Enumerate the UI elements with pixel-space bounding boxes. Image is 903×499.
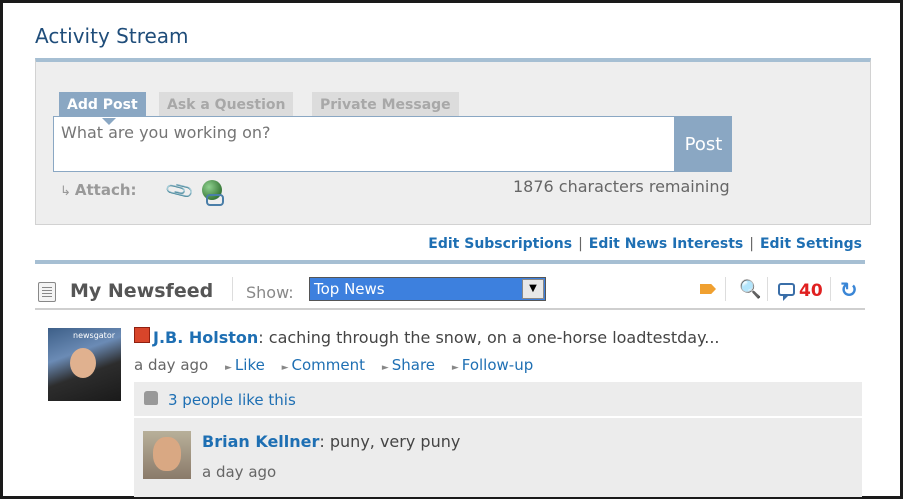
post-meta: a day ago ► Like ► Comment ► Share ► Follow-… <box>134 356 533 374</box>
avatar-face <box>153 437 181 471</box>
search-icon[interactable]: 🔍 <box>739 279 761 300</box>
edit-settings-link[interactable]: Edit Settings <box>760 236 862 252</box>
bullet-icon: ► <box>281 363 289 373</box>
comment-count[interactable]: 40 <box>799 281 823 301</box>
post-text: J.B. Holston: caching through the snow, … <box>153 328 720 347</box>
divider <box>830 277 831 301</box>
bullet-icon: ► <box>451 363 459 373</box>
newsfeed-toolbar: My Newsfeed Show: Top News ▼ 🔍 40 ↻ <box>35 260 865 310</box>
comment-avatar[interactable] <box>143 431 191 479</box>
newspaper-icon <box>38 282 56 302</box>
divider <box>725 277 726 301</box>
comment-item: Brian Kellner: puny, very puny a day ago <box>134 418 862 497</box>
edit-links: Edit Subscriptions | Edit News Interests | E… <box>428 236 862 252</box>
avatar[interactable]: newsgator <box>48 328 121 401</box>
tab-ask-question[interactable]: Ask a Question <box>159 92 294 118</box>
link-separator: | <box>749 236 754 252</box>
divider <box>767 277 768 301</box>
tag-icon[interactable] <box>700 284 716 294</box>
show-select[interactable]: Top News ▼ <box>309 277 546 301</box>
window-frame: Activity Stream Add Post Ask a Question … <box>0 0 903 499</box>
avatar-logo-text: newsgator <box>73 331 116 340</box>
link-separator: | <box>578 236 583 252</box>
likes-summary: 3 people like this <box>134 382 862 416</box>
post-composer: Add Post Ask a Question Private Message … <box>35 58 871 225</box>
share-link[interactable]: Share <box>392 356 435 374</box>
edit-news-interests-link[interactable]: Edit News Interests <box>589 236 743 252</box>
edit-subscriptions-link[interactable]: Edit Subscriptions <box>428 236 572 252</box>
comment-icon[interactable] <box>778 283 795 301</box>
likes-link[interactable]: 3 people like this <box>168 391 296 409</box>
thumbs-up-icon <box>144 391 158 405</box>
avatar-face <box>70 348 96 378</box>
comment-link[interactable]: Comment <box>292 356 366 374</box>
tab-add-post[interactable]: Add Post <box>59 92 146 118</box>
bullet-icon: ► <box>225 363 232 373</box>
tab-private-message[interactable]: Private Message <box>312 92 459 118</box>
attach-arrow-icon: ↳ <box>60 184 71 199</box>
like-link[interactable]: Like <box>235 356 265 374</box>
attach-text: Attach: <box>74 181 137 199</box>
link-globe-icon[interactable] <box>202 180 224 206</box>
attach-label: ↳ Attach: <box>60 181 137 199</box>
post-body: : caching through the snow, on a one-hor… <box>258 328 720 347</box>
refresh-icon[interactable]: ↻ <box>840 278 858 302</box>
comment-time: a day ago <box>202 463 277 481</box>
page-title: Activity Stream <box>35 24 189 48</box>
post-author-link[interactable]: J.B. Holston <box>153 328 258 347</box>
follow-up-link[interactable]: Follow-up <box>462 356 534 374</box>
divider <box>232 277 233 301</box>
paperclip-icon[interactable]: 📎 <box>164 174 196 207</box>
chars-remaining: 1876 characters remaining <box>513 177 730 196</box>
status-update-icon <box>134 327 150 343</box>
comment-author-link[interactable]: Brian Kellner <box>202 432 319 451</box>
post-time: a day ago <box>134 356 209 374</box>
post-input[interactable] <box>53 116 675 172</box>
show-select-value: Top News <box>314 280 385 298</box>
chevron-down-icon[interactable]: ▼ <box>522 279 544 299</box>
comment-body: : puny, very puny <box>319 432 461 451</box>
post-button[interactable]: Post <box>675 116 732 172</box>
comment-text: Brian Kellner: puny, very puny <box>202 432 460 451</box>
newsfeed-title: My Newsfeed <box>70 280 214 302</box>
show-label: Show: <box>246 283 294 302</box>
bullet-icon: ► <box>381 363 389 373</box>
active-tab-pointer <box>102 118 116 125</box>
